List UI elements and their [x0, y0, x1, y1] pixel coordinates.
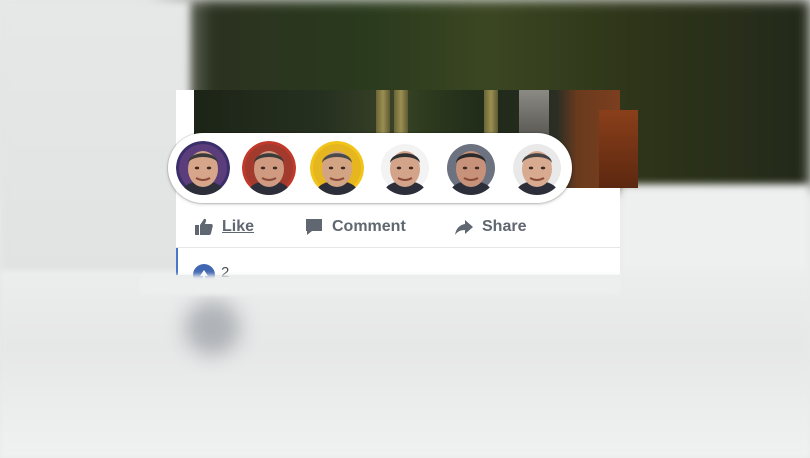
speech-bubble-icon — [304, 217, 324, 237]
blurred-lower-edge — [140, 275, 620, 295]
reaction-picker — [168, 133, 572, 203]
comment-button[interactable]: Comment — [304, 208, 406, 246]
blurred-bottom-backdrop — [0, 270, 810, 458]
reaction-face-1[interactable] — [176, 141, 230, 195]
comment-focus-edge — [176, 248, 178, 275]
reaction-face-3[interactable] — [310, 141, 364, 195]
blurred-right-backdrop — [620, 185, 810, 275]
thumbs-up-icon — [194, 217, 214, 237]
share-arrow-icon — [454, 217, 474, 237]
comment-label: Comment — [332, 218, 406, 235]
like-label: Like — [222, 218, 255, 235]
reaction-face-5[interactable] — [444, 141, 498, 195]
share-label: Share — [482, 218, 527, 235]
reaction-face-2[interactable] — [242, 141, 296, 195]
photo-furniture — [599, 110, 638, 188]
post-actions-bar: Like Comment Share — [176, 208, 620, 246]
reaction-face-6[interactable] — [510, 141, 564, 195]
action-divider — [176, 247, 620, 248]
like-button[interactable]: Like — [194, 208, 254, 246]
share-button[interactable]: Share — [454, 208, 526, 246]
screenshot-stage: Like Comment Share 2 — [0, 0, 810, 458]
blurred-avatar-shape — [185, 300, 240, 355]
reaction-face-4[interactable] — [378, 141, 432, 195]
